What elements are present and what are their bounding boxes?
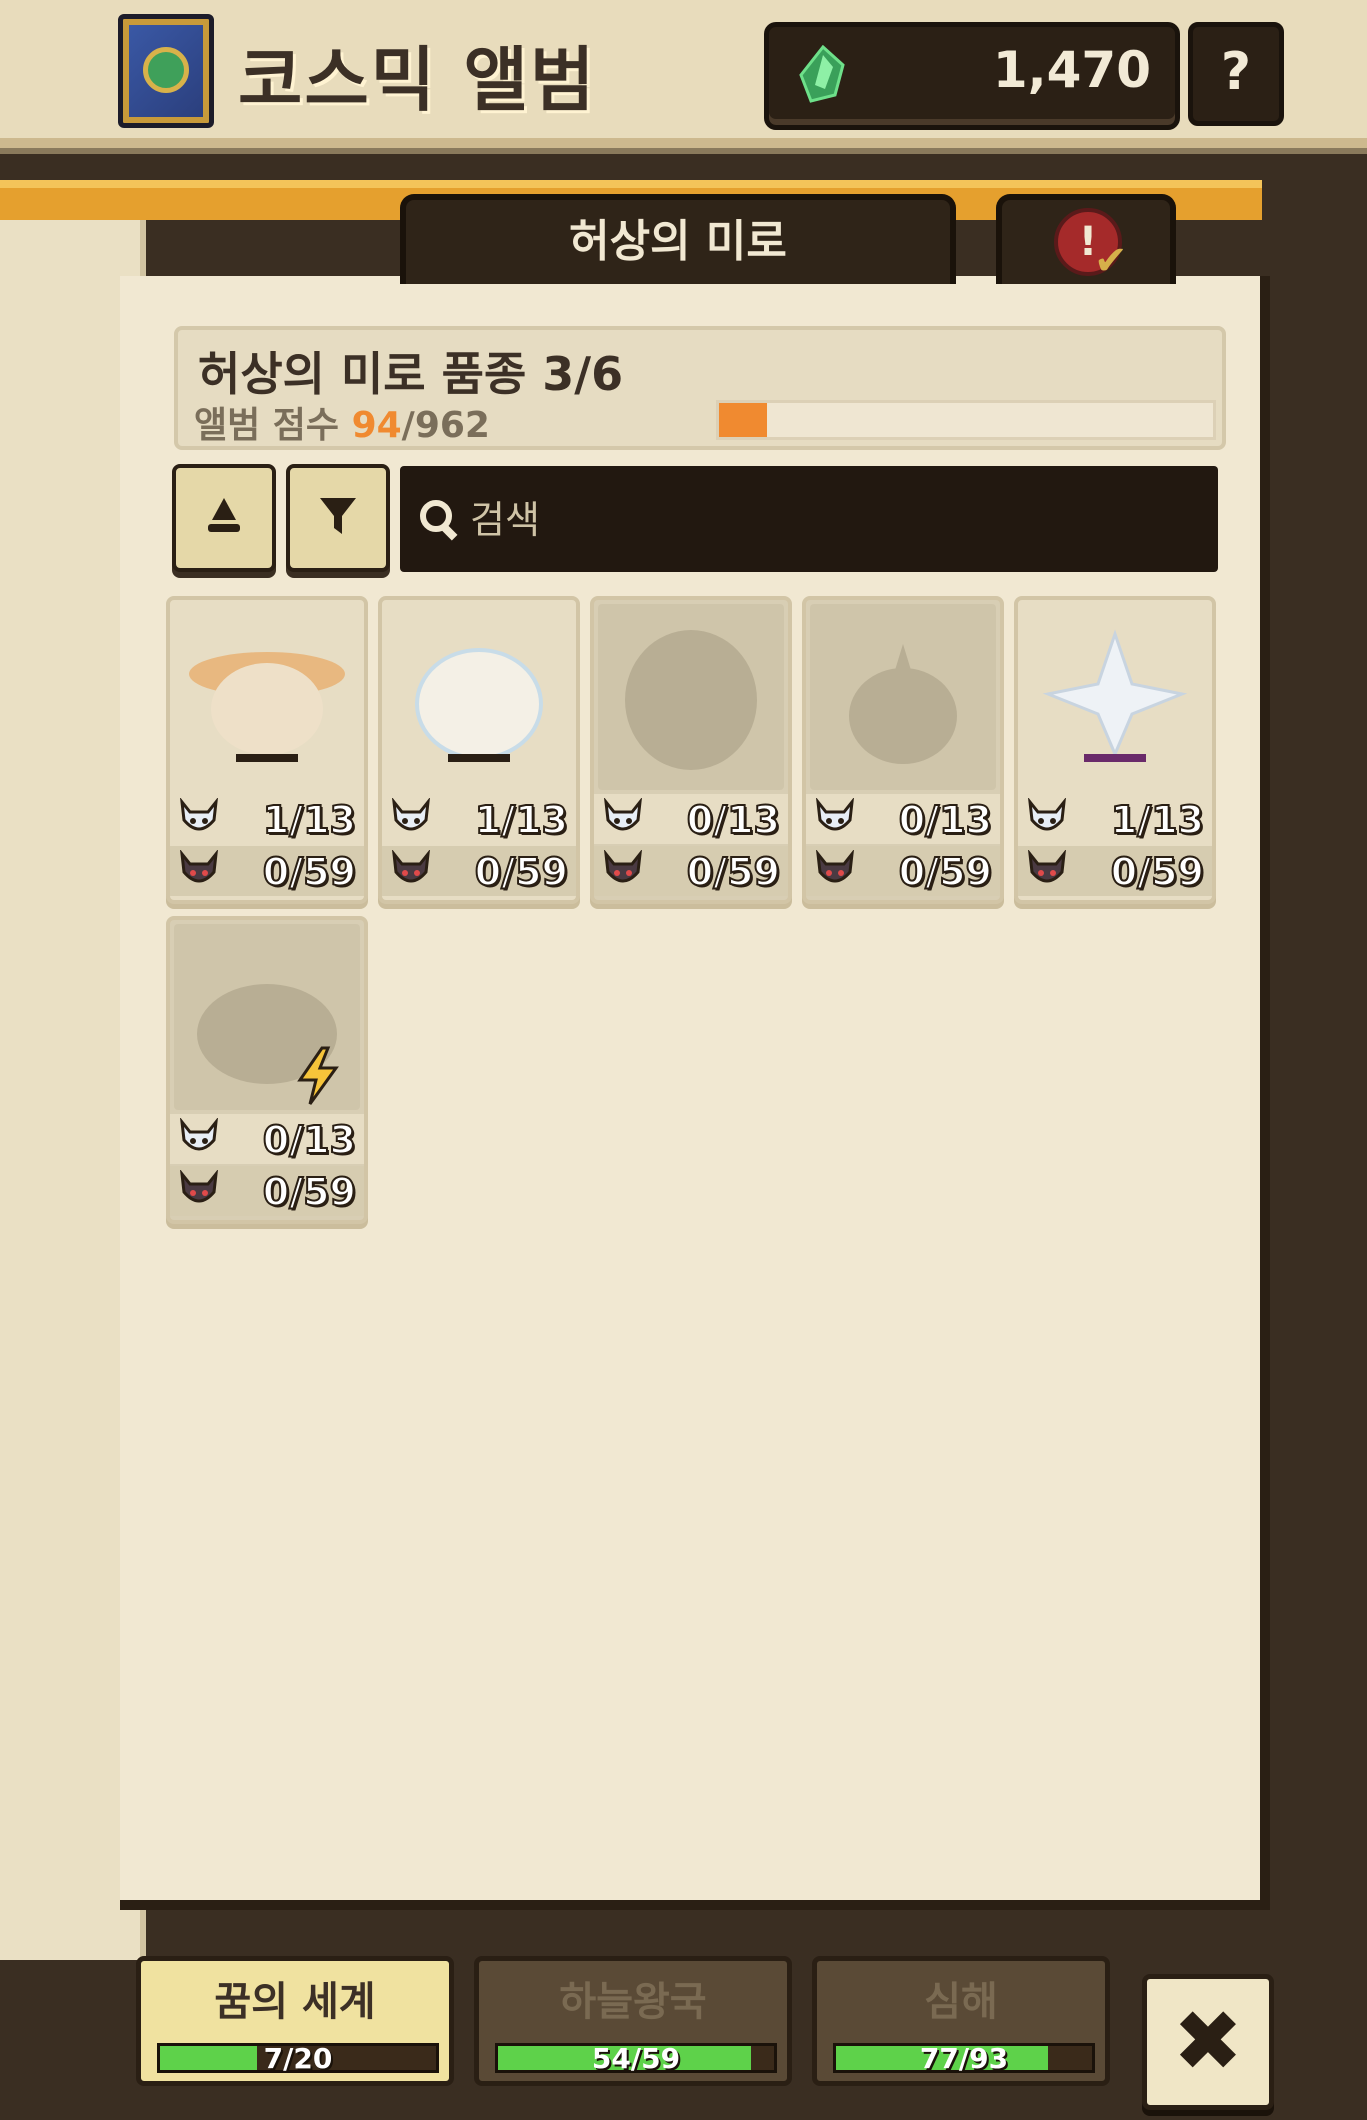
silver-count: 1/13: [1110, 797, 1205, 843]
page-title: 코스믹 앨범: [238, 39, 597, 121]
silver-count: 0/13: [898, 797, 993, 843]
region-progress-bar: 54/59: [495, 2042, 777, 2075]
species-summary: 허상의 미로 품종 3/6 앨범 점수 94/962: [174, 326, 1226, 450]
search-icon: [420, 500, 458, 541]
currency-display: 1,470: [764, 22, 1180, 130]
stat-row-silver: 1/13: [1018, 794, 1212, 844]
stat-row-silver: 0/13: [806, 794, 1000, 844]
dark-demon-icon: [392, 850, 430, 883]
silver-demon-icon: [604, 798, 642, 831]
stat-row-dark: 0/59: [170, 846, 364, 896]
region-tab[interactable]: 심해 77/93: [812, 1956, 1110, 2086]
dark-count: 0/59: [262, 849, 357, 895]
score-label: 앨범 점수: [194, 405, 340, 446]
creature-art: [810, 604, 996, 790]
lightning-icon: [297, 1046, 339, 1105]
creature-card[interactable]: 1/13 0/59: [166, 596, 368, 904]
region-tab[interactable]: 꿈의 세계 7/20: [136, 1956, 454, 2086]
silver-count: 1/13: [474, 797, 569, 843]
creature-card[interactable]: 1/13 0/59: [1014, 596, 1216, 904]
dark-count: 0/59: [1110, 849, 1205, 895]
summary-title: 허상의 미로 품종 3/6: [198, 347, 624, 401]
sort-icon: [208, 498, 240, 532]
creature-art: [189, 652, 345, 762]
gem-icon: [799, 45, 845, 103]
region-progress-bar: 77/93: [833, 2042, 1095, 2075]
stat-row-dark: 0/59: [594, 846, 788, 896]
region-label: 하늘왕국: [559, 1979, 707, 2025]
region-label: 꿈의 세계: [214, 1979, 376, 2025]
dark-demon-icon: [180, 1170, 218, 1203]
stat-row-dark: 0/59: [382, 846, 576, 896]
silver-demon-icon: [180, 798, 218, 831]
region-count: 77/93: [919, 2042, 1009, 2075]
sort-button[interactable]: [172, 464, 276, 572]
stat-row-silver: 1/13: [382, 794, 576, 844]
score-progress-bar: [716, 400, 1216, 440]
stat-row-silver: 0/13: [170, 1114, 364, 1164]
dark-count: 0/59: [474, 849, 569, 895]
filter-icon: [320, 498, 356, 534]
search-input[interactable]: [468, 466, 1172, 574]
silver-demon-icon: [392, 798, 430, 831]
tab-alert-check[interactable]: ! ✔: [996, 194, 1176, 284]
region-count: 54/59: [591, 2042, 681, 2075]
region-progress-bar: 7/20: [157, 2042, 439, 2075]
creature-card[interactable]: 0/13 0/59: [166, 916, 368, 1224]
silver-demon-icon: [180, 1118, 218, 1151]
stat-row-silver: 0/13: [594, 794, 788, 844]
dark-demon-icon: [180, 850, 218, 883]
silver-count: 1/13: [262, 797, 357, 843]
dark-count: 0/59: [686, 849, 781, 895]
dark-count: 0/59: [898, 849, 993, 895]
creature-art: [1042, 629, 1188, 762]
stat-row-dark: 0/59: [1018, 846, 1212, 896]
top-bar: 코스믹 앨범 1,470 ?: [0, 0, 1367, 148]
score-progress-fill: [719, 403, 768, 437]
search-bar[interactable]: [400, 466, 1218, 574]
region-label: 심해: [924, 1979, 998, 2025]
score-value: 94: [351, 405, 402, 446]
creature-card[interactable]: 1/13 0/59: [378, 596, 580, 904]
silver-demon-icon: [1028, 798, 1066, 831]
silver-count: 0/13: [686, 797, 781, 843]
creature-art: [415, 648, 543, 762]
dark-demon-icon: [604, 850, 642, 883]
stat-row-silver: 1/13: [170, 794, 364, 844]
stat-row-dark: 0/59: [170, 1166, 364, 1216]
region-tab[interactable]: 하늘왕국 54/59: [474, 1956, 792, 2086]
silver-demon-icon: [816, 798, 854, 831]
help-button[interactable]: ?: [1188, 22, 1284, 126]
album-book-icon: [118, 14, 214, 128]
tab-illusion-maze[interactable]: 허상의 미로: [400, 194, 956, 284]
album-score: 앨범 점수 94/962: [194, 396, 490, 448]
stat-row-dark: 0/59: [806, 846, 1000, 896]
creature-card[interactable]: 0/13 0/59: [802, 596, 1004, 904]
creature-art: [598, 604, 784, 790]
dark-demon-icon: [1028, 850, 1066, 883]
dark-demon-icon: [816, 850, 854, 883]
silver-count: 0/13: [262, 1117, 357, 1163]
score-total: /962: [401, 405, 490, 446]
filter-button[interactable]: [286, 464, 390, 572]
check-icon: ✔: [1094, 238, 1128, 284]
region-count: 7/20: [263, 2042, 333, 2075]
close-button[interactable]: ✖: [1142, 1974, 1274, 2110]
creature-card[interactable]: 0/13 0/59: [590, 596, 792, 904]
dark-count: 0/59: [262, 1169, 357, 1215]
currency-value: 1,470: [992, 41, 1151, 99]
